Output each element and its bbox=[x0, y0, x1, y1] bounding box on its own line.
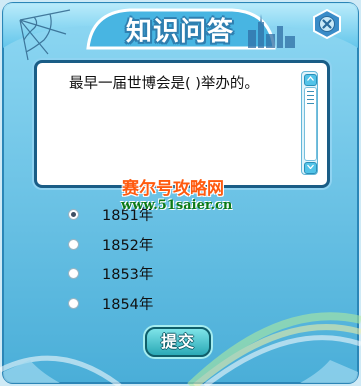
answer-option[interactable]: 1854年 bbox=[68, 289, 153, 319]
submit-label: 提交 bbox=[160, 332, 195, 351]
chevron-up-icon bbox=[307, 76, 314, 81]
radio-button[interactable] bbox=[68, 268, 79, 280]
answer-label: 1852年 bbox=[102, 237, 154, 254]
scroll-up-button[interactable] bbox=[304, 74, 317, 86]
watermark-url: www.51saier.cn bbox=[121, 198, 233, 213]
submit-button[interactable]: 提交 bbox=[145, 327, 211, 357]
answer-option[interactable]: 1853年 bbox=[68, 259, 153, 289]
scroll-thumb[interactable] bbox=[304, 87, 317, 161]
dialog-title: 知识问答 bbox=[125, 17, 234, 47]
watermark-site-name: 赛尔号攻略网 bbox=[122, 179, 224, 199]
answer-label: 1854年 bbox=[102, 296, 154, 313]
quiz-dialog: 知识问答 最早一届世博会是( )举办的。 1851年 1852年 1853年 1… bbox=[0, 0, 361, 386]
question-text: 最早一届世博会是( )举办的。 bbox=[69, 76, 259, 92]
radio-button[interactable] bbox=[68, 297, 79, 309]
radio-button[interactable] bbox=[68, 238, 79, 250]
answer-options: 1851年 1852年 1853年 1854年 bbox=[68, 200, 153, 318]
scroll-down-button[interactable] bbox=[304, 162, 317, 174]
question-panel: 最早一届世博会是( )举办的。 bbox=[34, 60, 330, 188]
question-scrollbar[interactable] bbox=[301, 71, 318, 175]
answer-option[interactable]: 1852年 bbox=[68, 230, 153, 260]
answer-label: 1853年 bbox=[102, 267, 154, 284]
close-icon[interactable] bbox=[312, 9, 342, 39]
chevron-down-icon bbox=[307, 164, 314, 169]
radio-button[interactable] bbox=[68, 209, 79, 221]
